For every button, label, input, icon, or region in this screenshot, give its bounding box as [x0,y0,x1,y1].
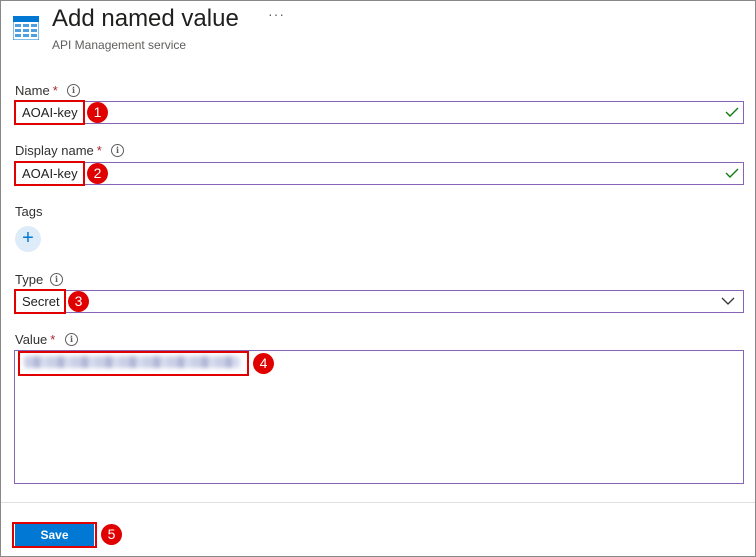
name-input[interactable] [14,101,744,124]
callout-badge-4: 4 [253,353,274,374]
info-icon[interactable]: i [111,144,124,157]
type-dropdown[interactable] [14,290,744,313]
more-options-button[interactable]: ··· [268,6,285,22]
info-icon[interactable]: i [67,84,80,97]
callout-badge-5: 5 [101,524,122,545]
info-icon[interactable]: i [50,273,63,286]
footer-divider [1,502,755,503]
callout-box-3 [14,289,66,314]
callout-box-1 [14,100,85,125]
callout-box-2 [14,161,85,186]
callout-badge-3: 3 [68,291,89,312]
info-icon[interactable]: i [65,333,78,346]
checkmark-icon [725,168,739,178]
page-title: Add named value [52,5,239,32]
callout-box-5 [12,522,97,548]
checkmark-icon [725,107,739,117]
callout-box-4 [18,351,249,376]
add-tag-button[interactable]: + [15,226,41,252]
display-name-label: Display name * [15,143,102,158]
api-management-icon [13,16,39,40]
name-label: Name * [15,83,58,98]
tags-label: Tags [15,204,43,219]
type-label: Type [15,272,44,287]
chevron-down-icon[interactable] [721,297,735,306]
display-name-input[interactable] [14,162,744,185]
callout-badge-2: 2 [87,163,108,184]
value-label: Value * [15,332,56,347]
page-subtitle: API Management service [52,38,187,52]
callout-badge-1: 1 [87,102,108,123]
